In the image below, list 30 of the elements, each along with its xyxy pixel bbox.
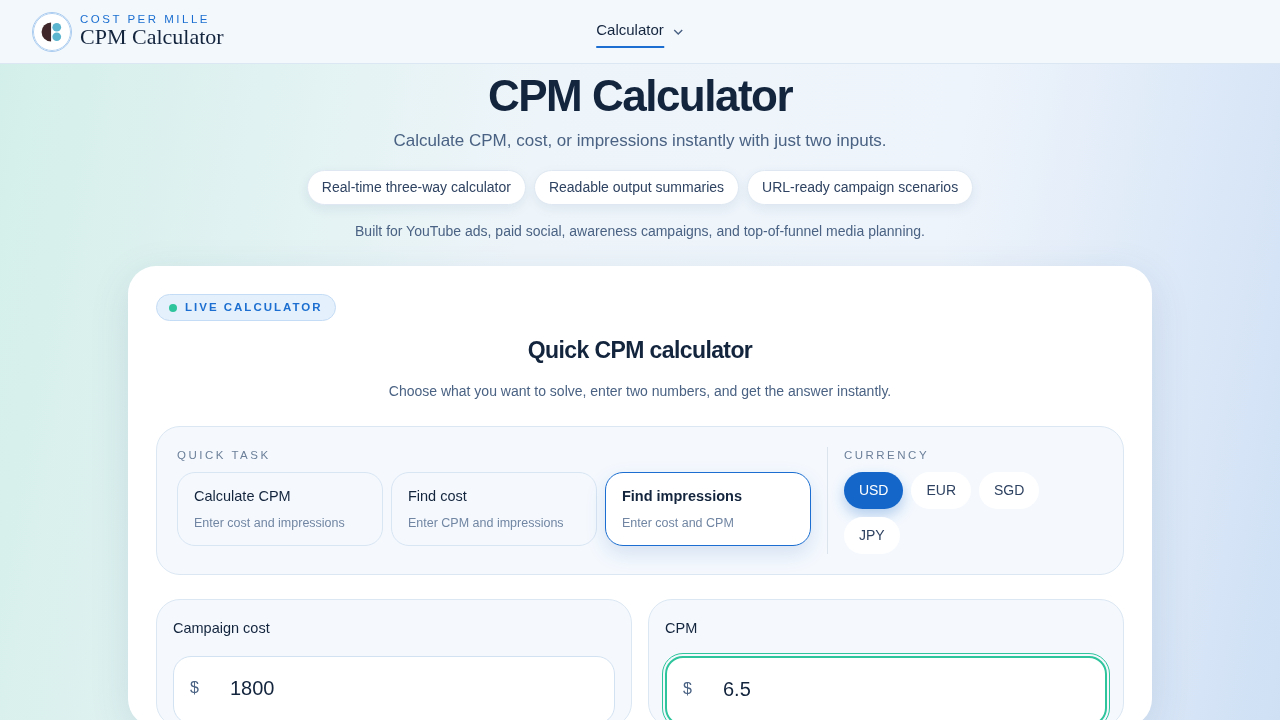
currency-option[interactable]: JPY [843,517,900,554]
currency-option[interactable]: USD [843,472,904,509]
section-label: CURRENCY [843,447,931,463]
input-label: CPM [665,619,699,638]
calculator-subtitle: Choose what you want to solve, enter two numbers, and get the answer instantly. [387,381,893,401]
feature-chip: Real-time three-way calculator [306,169,526,205]
currency-prefix: $ [683,678,693,699]
task-option[interactable]: Find impressions Enter cost and CPM [604,472,811,547]
task-option[interactable]: Calculate CPM Enter cost and impressions [177,472,383,547]
currency-option[interactable]: EUR [911,472,971,509]
brand-eyebrow: COST PER MILLE [80,13,211,26]
section-label: QUICK TASK [177,447,272,463]
nav-link[interactable]: Calculator [596,15,664,48]
feature-chip: URL-ready campaign scenarios [747,169,974,205]
live-badge: LIVE CALCULATOR [156,293,336,322]
currency-prefix: $ [190,677,200,698]
audience-note: Built for YouTube ads, paid social, awareness campaigns, and top-of-funnel media planning. [355,221,925,241]
page-title: CPM Calculator [487,72,793,121]
brand-title: CPM Calculator [80,25,224,50]
currency-option[interactable]: SGD [979,472,1040,509]
number-field[interactable]: $ 1800 [173,655,615,720]
number-input[interactable]: 1800 [230,672,530,703]
calculator-title: Quick CPM calculator [526,337,754,365]
task-option[interactable]: Find cost Enter CPM and impressions [390,472,597,547]
number-field[interactable]: $ 6.5 [665,655,1107,720]
page-subtitle: Calculate CPM, cost, or impressions instantly with just two inputs. [393,130,887,153]
input-label: Campaign cost [173,619,271,638]
number-input[interactable]: 6.5 [723,673,1023,704]
feature-chip: Readable output summaries [533,169,740,205]
logo-icon [32,11,72,52]
